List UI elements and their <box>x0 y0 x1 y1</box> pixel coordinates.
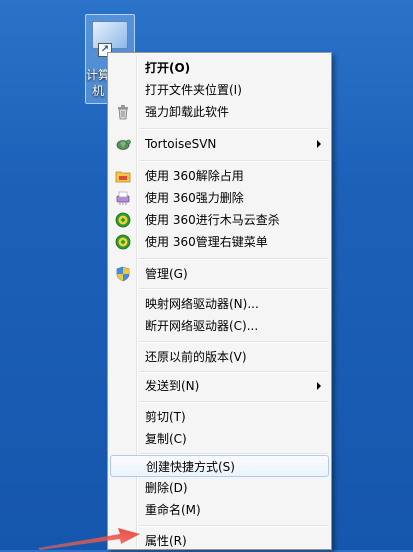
annotation-arrow <box>38 528 140 550</box>
